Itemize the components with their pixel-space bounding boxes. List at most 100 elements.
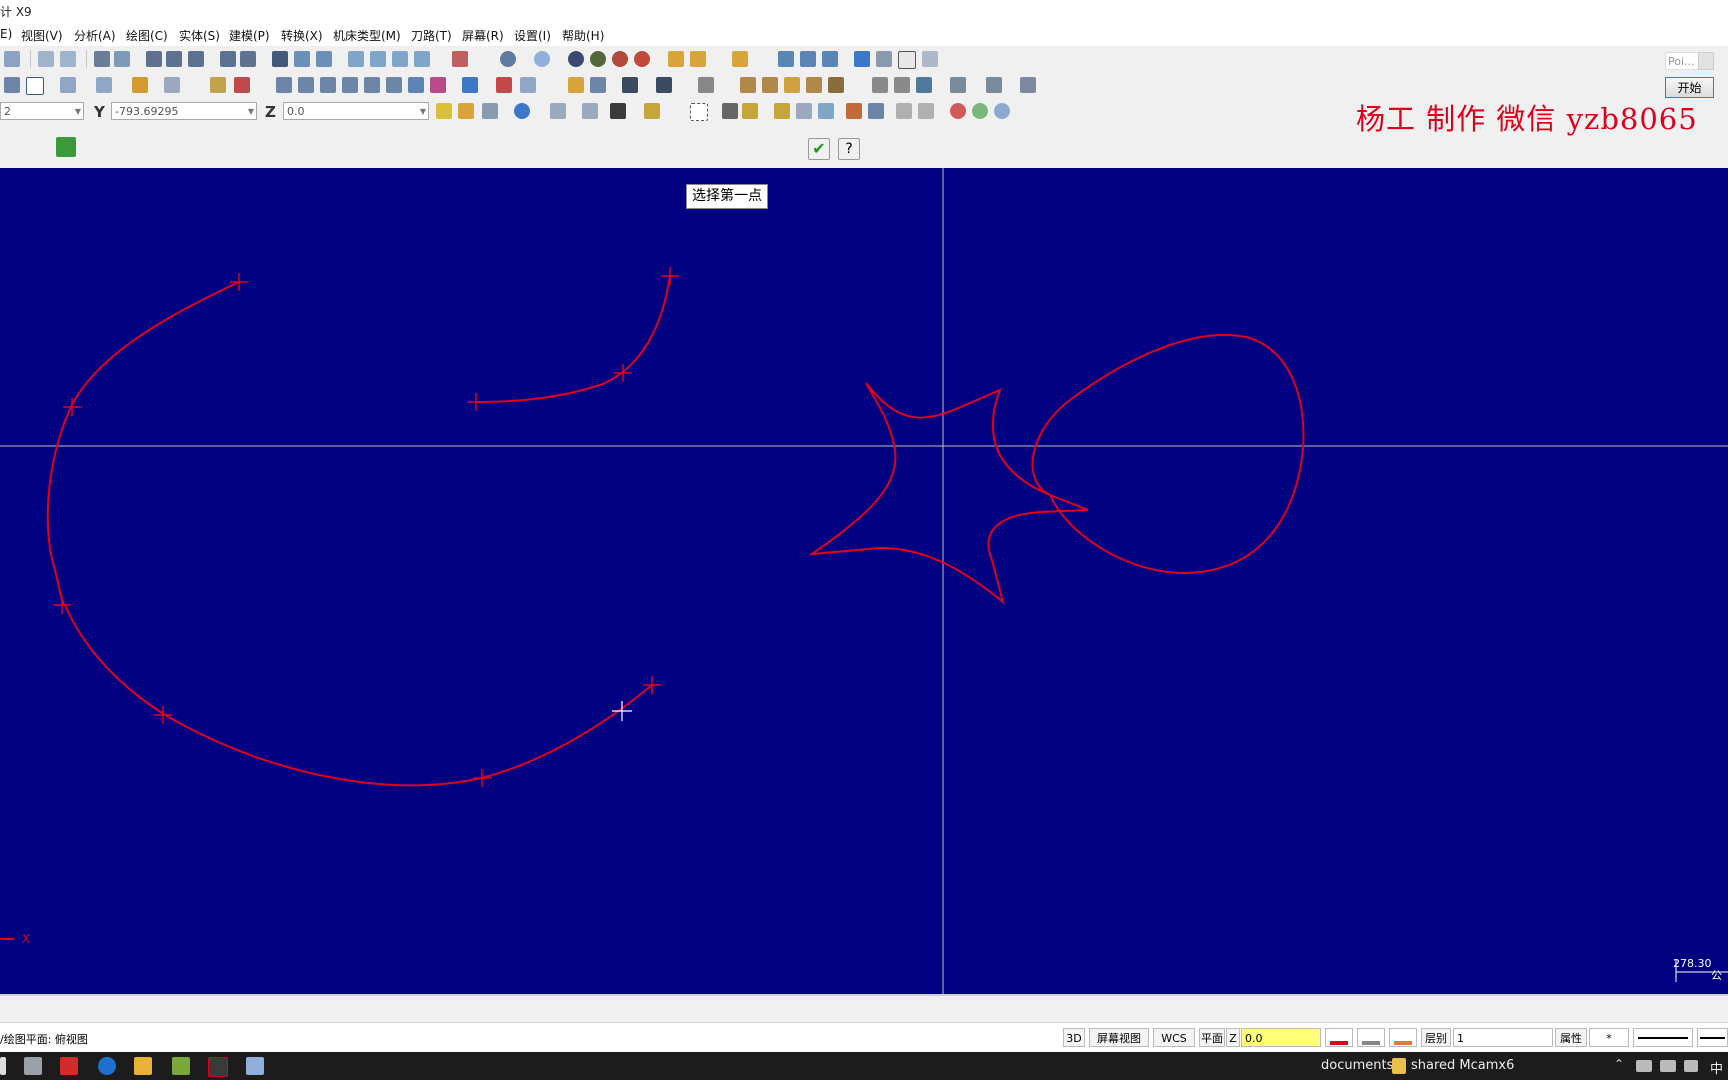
vertex-icon[interactable] xyxy=(868,103,884,119)
revolve-icon[interactable] xyxy=(784,77,800,93)
ok-check-icon[interactable]: ✔ xyxy=(808,138,830,160)
shaded-solid-icon[interactable] xyxy=(590,51,606,67)
vertical-dim-icon[interactable] xyxy=(656,77,672,93)
trim-icon[interactable] xyxy=(210,77,226,93)
spline-icon[interactable] xyxy=(96,77,112,93)
edge-browser-icon[interactable] xyxy=(98,1057,116,1075)
rotate-icon[interactable] xyxy=(272,51,288,67)
color-swatch-gray[interactable] xyxy=(1357,1028,1385,1047)
z-coordinate-field[interactable]: 0.0 ▼ xyxy=(283,102,429,120)
cylinder-icon[interactable] xyxy=(132,77,148,93)
wireframe-globe-icon[interactable] xyxy=(500,51,516,67)
pencil-icon[interactable] xyxy=(668,51,684,67)
cube-color-icon[interactable] xyxy=(430,77,446,93)
x-coordinate-field[interactable]: 2 ▼ xyxy=(0,102,84,120)
graphics-viewport[interactable]: X xyxy=(0,168,1728,994)
attributes-button[interactable]: 属性 xyxy=(1555,1028,1587,1047)
taskbar-documents[interactable]: documents xyxy=(1321,1058,1393,1073)
chamfer-icon[interactable] xyxy=(164,77,180,93)
pipe-icon[interactable] xyxy=(408,77,424,93)
line-width-select[interactable] xyxy=(1697,1028,1728,1047)
horizontal-dim-icon[interactable] xyxy=(622,77,638,93)
fit-icon[interactable] xyxy=(94,51,110,67)
btn-screen-view[interactable]: 屏幕视图 xyxy=(1089,1028,1149,1047)
start-button[interactable]: 开始 xyxy=(1665,77,1714,98)
select-all-icon[interactable] xyxy=(644,103,660,119)
rotate-xform-icon[interactable] xyxy=(298,77,314,93)
solid-select-icon[interactable] xyxy=(742,103,758,119)
pick-icon[interactable] xyxy=(918,103,934,119)
menu-help[interactable]: 帮助(H) xyxy=(562,27,604,44)
front-view-icon[interactable] xyxy=(370,51,386,67)
image-viewer-icon[interactable] xyxy=(246,1057,264,1075)
notepad-icon[interactable] xyxy=(172,1057,190,1075)
menu-settings[interactable]: 设置(I) xyxy=(514,27,551,44)
surface-ruled-icon[interactable] xyxy=(762,77,778,93)
level-field[interactable]: 1 xyxy=(1453,1028,1553,1047)
zoom-target-icon[interactable] xyxy=(146,51,162,67)
tray-chevron-icon[interactable]: ⌃ xyxy=(1614,1057,1628,1075)
add-icon[interactable] xyxy=(56,137,76,157)
loft-icon[interactable] xyxy=(806,77,822,93)
cancel-icon[interactable] xyxy=(950,103,966,119)
draft-icon[interactable] xyxy=(894,77,910,93)
dimension-icon[interactable] xyxy=(568,77,584,93)
app-red-icon[interactable] xyxy=(60,1057,78,1075)
autocursor-icon[interactable] xyxy=(458,103,474,119)
calculator-icon[interactable] xyxy=(24,1057,42,1075)
search-clear-icon[interactable] xyxy=(1698,52,1714,70)
extend-icon[interactable] xyxy=(1020,77,1036,93)
menu-solids[interactable]: 实体(S) xyxy=(179,27,220,44)
menu-edit[interactable]: E) xyxy=(0,27,12,41)
analyze-icon[interactable] xyxy=(778,51,794,67)
offset-icon[interactable] xyxy=(364,77,380,93)
surface-icon[interactable] xyxy=(740,77,756,93)
face-icon[interactable] xyxy=(796,103,812,119)
file-explorer-icon[interactable] xyxy=(134,1057,152,1075)
menu-machine-type[interactable]: 机床类型(M) xyxy=(333,27,401,44)
btn-plane[interactable]: 平面 xyxy=(1199,1028,1225,1047)
menu-draw[interactable]: 绘图(C) xyxy=(126,27,168,44)
menu-view[interactable]: 视图(V) xyxy=(21,27,63,44)
zoom-out-icon[interactable] xyxy=(240,51,256,67)
rectangle-icon[interactable] xyxy=(26,77,44,95)
sweep-icon[interactable] xyxy=(828,77,844,93)
battery-icon[interactable] xyxy=(1636,1060,1652,1072)
sphere-icon[interactable] xyxy=(534,51,550,67)
drill-icon[interactable] xyxy=(462,77,478,93)
verify-icon[interactable] xyxy=(610,103,626,119)
break-icon[interactable] xyxy=(234,77,250,93)
undo-icon[interactable] xyxy=(38,51,54,67)
translate-icon[interactable] xyxy=(276,77,292,93)
arc-icon[interactable] xyxy=(60,77,76,93)
snap-icon[interactable] xyxy=(482,103,498,119)
fillet-icon[interactable] xyxy=(950,77,966,93)
loop-shape-curve[interactable] xyxy=(1031,334,1305,574)
distance-icon[interactable] xyxy=(822,51,838,67)
window-select-icon[interactable] xyxy=(690,103,708,121)
y-coordinate-field[interactable]: -793.69295 ▼ xyxy=(111,102,257,120)
menu-model[interactable]: 建模(P) xyxy=(229,27,270,44)
edge-icon[interactable] xyxy=(818,103,834,119)
hatch-icon[interactable] xyxy=(698,77,714,93)
iso-view-icon[interactable] xyxy=(414,51,430,67)
point-icon[interactable] xyxy=(4,77,20,93)
network-icon[interactable] xyxy=(1660,1060,1676,1072)
select-chain-icon[interactable] xyxy=(550,103,566,119)
color-swatch-orange[interactable] xyxy=(1389,1028,1417,1047)
view-menu-icon[interactable] xyxy=(452,51,468,67)
color-swatch-red[interactable] xyxy=(1325,1028,1353,1047)
ok-icon[interactable] xyxy=(972,103,988,119)
btn-wcs[interactable]: WCS xyxy=(1153,1028,1195,1047)
help-query-icon[interactable] xyxy=(800,51,816,67)
status-z-field[interactable]: 0.0 xyxy=(1241,1028,1321,1047)
info-icon[interactable] xyxy=(994,103,1010,119)
note-icon[interactable] xyxy=(590,77,606,93)
input-language[interactable]: 中 xyxy=(1710,1058,1723,1077)
line-style-select[interactable] xyxy=(1633,1028,1693,1047)
box-icon[interactable] xyxy=(916,77,932,93)
start-menu-icon[interactable] xyxy=(0,1057,6,1075)
zoom-in-icon[interactable] xyxy=(188,51,204,67)
verify-select-icon[interactable] xyxy=(896,103,912,119)
cursor-icon[interactable] xyxy=(722,103,738,119)
